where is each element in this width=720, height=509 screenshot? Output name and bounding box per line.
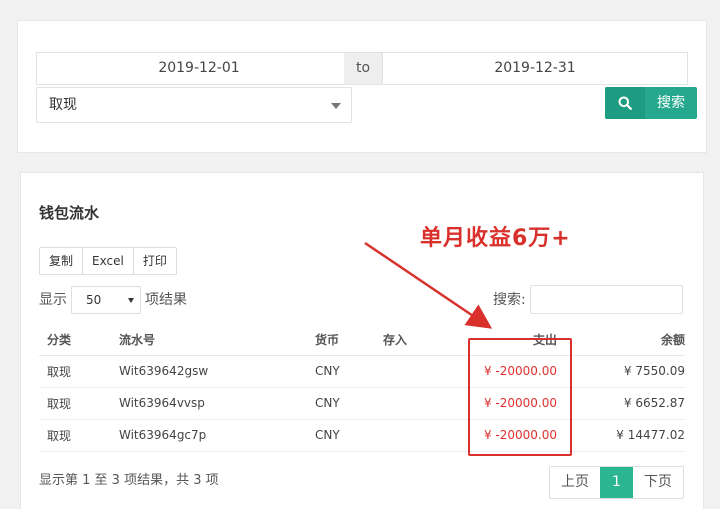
cell-balance: ¥ 7550.09	[561, 355, 685, 388]
cell-type: 取现	[39, 387, 119, 420]
column-header-deposit[interactable]: 存入	[383, 325, 467, 356]
cell-deposit	[383, 387, 467, 420]
transaction-type-select[interactable]: 取现	[36, 87, 352, 123]
table-row: 取现 Wit63964gc7p CNY ¥ -20000.00 ¥ 14477.…	[39, 419, 685, 452]
table-header-row: 分类 流水号 货币 存入 支出 余额	[39, 325, 685, 356]
cell-currency: CNY	[315, 419, 383, 452]
column-header-type[interactable]: 分类	[39, 325, 119, 356]
table-info: 显示第 1 至 3 项结果，共 3 项	[39, 473, 219, 488]
page-1-button[interactable]: 1	[600, 467, 633, 498]
search-button[interactable]: 搜索	[605, 87, 697, 119]
cell-balance: ¥ 6652.87	[561, 387, 685, 420]
print-button[interactable]: 打印	[133, 248, 176, 274]
cell-serial: Wit63964vvsp	[119, 387, 315, 420]
cell-deposit	[383, 419, 467, 452]
table-row: 取现 Wit639642gsw CNY ¥ -20000.00 ¥ 7550.0…	[39, 355, 685, 388]
column-header-balance[interactable]: 余额	[561, 325, 685, 356]
page-length-value: 50	[86, 293, 102, 307]
cell-serial: Wit639642gsw	[119, 355, 315, 388]
excel-button[interactable]: Excel	[83, 248, 134, 274]
transaction-type-value: 取现	[49, 97, 77, 113]
cell-balance: ¥ 14477.02	[561, 419, 685, 452]
wallet-title: 钱包流水	[39, 204, 100, 222]
next-page-button[interactable]: 下页	[632, 467, 683, 498]
cell-currency: CNY	[315, 387, 383, 420]
annotation-highlight-box	[468, 338, 572, 456]
wallet-table: 分类 流水号 货币 存入 支出 余额 取现 Wit639642gsw CNY ¥…	[39, 325, 685, 452]
table-search-input[interactable]	[530, 285, 683, 314]
cell-serial: Wit63964gc7p	[119, 419, 315, 452]
annotation-text: 单月收益6万+	[420, 226, 571, 251]
table-search-label: 搜索:	[493, 292, 526, 308]
cell-deposit	[383, 355, 467, 388]
date-range-separator: to	[344, 52, 382, 85]
chevron-down-icon	[331, 103, 341, 109]
pagination: 上页 1 下页	[549, 466, 684, 499]
end-date-input[interactable]: 2019-12-31	[382, 52, 688, 85]
cell-type: 取现	[39, 355, 119, 388]
column-header-currency[interactable]: 货币	[315, 325, 383, 356]
start-date-input[interactable]: 2019-12-01	[36, 52, 362, 85]
copy-button[interactable]: 复制	[40, 248, 84, 274]
filter-panel: 2019-12-01 to 2019-12-31 取现 搜索	[17, 20, 707, 153]
table-row: 取现 Wit63964vvsp CNY ¥ -20000.00 ¥ 6652.8…	[39, 387, 685, 420]
page-length-select[interactable]: 50	[71, 286, 141, 314]
chevron-down-icon	[128, 298, 134, 303]
cell-type: 取现	[39, 419, 119, 452]
wallet-panel: 钱包流水 复制 Excel 打印 显示 50 项结果 搜索: 分类 流水号 货币…	[20, 172, 704, 509]
prev-page-button[interactable]: 上页	[550, 467, 600, 498]
export-toolbar: 复制 Excel 打印	[39, 247, 177, 275]
search-button-label: 搜索	[657, 95, 685, 111]
page-length-suffix: 项结果	[145, 292, 187, 308]
column-header-serial[interactable]: 流水号	[119, 325, 315, 356]
cell-currency: CNY	[315, 355, 383, 388]
page-length-prefix: 显示	[39, 292, 67, 308]
search-icon	[605, 87, 645, 119]
